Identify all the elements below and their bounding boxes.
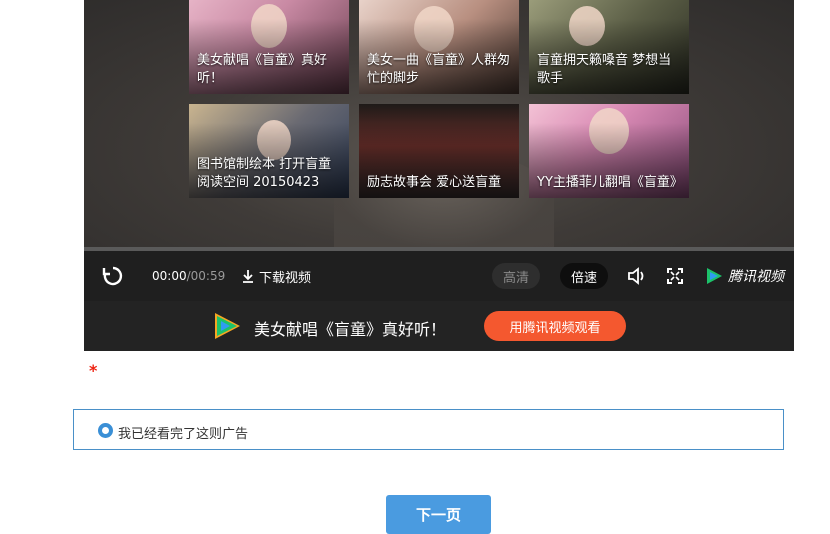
volume-icon (628, 267, 644, 285)
quality-button[interactable]: 高清 (492, 251, 541, 301)
current-time: 00:00 (152, 269, 187, 283)
fullscreen-icon (667, 268, 683, 284)
related-video-caption: 美女一曲《盲童》人群匆忙的脚步 (367, 53, 511, 86)
related-video-1[interactable]: 美女献唱《盲童》真好听！ (189, 0, 349, 94)
related-video-caption: 美女献唱《盲童》真好听！ (197, 53, 328, 86)
app-promo-banner: 美女献唱《盲童》真好听！ 用腾讯视频观看 (84, 301, 794, 351)
radio-checked-icon[interactable] (98, 423, 113, 438)
replay-icon (102, 266, 123, 286)
replay-button[interactable] (102, 251, 124, 301)
related-video-3[interactable]: 盲童拥天籁嗓音 梦想当歌手 (529, 0, 689, 94)
download-label: 下载视频 (259, 270, 312, 286)
tencent-video-icon (215, 313, 240, 339)
speed-button[interactable]: 倍速 (560, 251, 609, 301)
speed-label: 倍速 (560, 263, 609, 289)
related-video-5[interactable]: 励志故事会 爱心送盲童 (359, 104, 519, 198)
related-video-caption: YY主播菲儿翻唱《盲童》 (537, 175, 683, 190)
control-bar: 00:00/00:59 下载视频 高清 倍速 腾讯视频 (84, 251, 794, 301)
next-page-button[interactable]: 下一页 (386, 495, 491, 534)
download-button[interactable]: 下载视频 (240, 251, 311, 301)
related-videos-grid: 美女献唱《盲童》真好听！ 美女一曲《盲童》人群匆忙的脚步 盲童拥天籁嗓音 梦想当… (189, 0, 689, 200)
video-player[interactable]: 美女献唱《盲童》真好听！ 美女一曲《盲童》人群匆忙的脚步 盲童拥天籁嗓音 梦想当… (84, 0, 794, 351)
brand-label: 腾讯视频 (728, 269, 784, 285)
duration: /00:59 (186, 269, 226, 283)
option-label: 我已经看完了这则广告 (118, 427, 249, 442)
related-video-caption: 盲童拥天籁嗓音 梦想当歌手 (537, 53, 672, 86)
volume-button[interactable] (626, 251, 648, 301)
ad-watched-option[interactable]: 我已经看完了这则广告 (73, 409, 784, 450)
required-mark: * (89, 361, 98, 380)
tencent-video-icon (707, 268, 722, 284)
related-video-caption: 励志故事会 爱心送盲童 (367, 175, 502, 190)
related-video-6[interactable]: YY主播菲儿翻唱《盲童》 (529, 104, 689, 198)
quality-label: 高清 (492, 263, 541, 289)
fullscreen-button[interactable] (665, 251, 685, 301)
tencent-video-logo[interactable]: 腾讯视频 (704, 251, 784, 301)
banner-title: 美女献唱《盲童》真好听！ (254, 320, 447, 339)
time-display: 00:00/00:59 (152, 251, 225, 301)
watch-in-app-button[interactable]: 用腾讯视频观看 (484, 311, 626, 341)
related-video-4[interactable]: 图书馆制绘本 打开盲童阅读空间 20150423 (189, 104, 349, 198)
related-video-caption: 图书馆制绘本 打开盲童阅读空间 20150423 (197, 157, 332, 190)
related-video-2[interactable]: 美女一曲《盲童》人群匆忙的脚步 (359, 0, 519, 94)
download-icon (243, 270, 253, 283)
